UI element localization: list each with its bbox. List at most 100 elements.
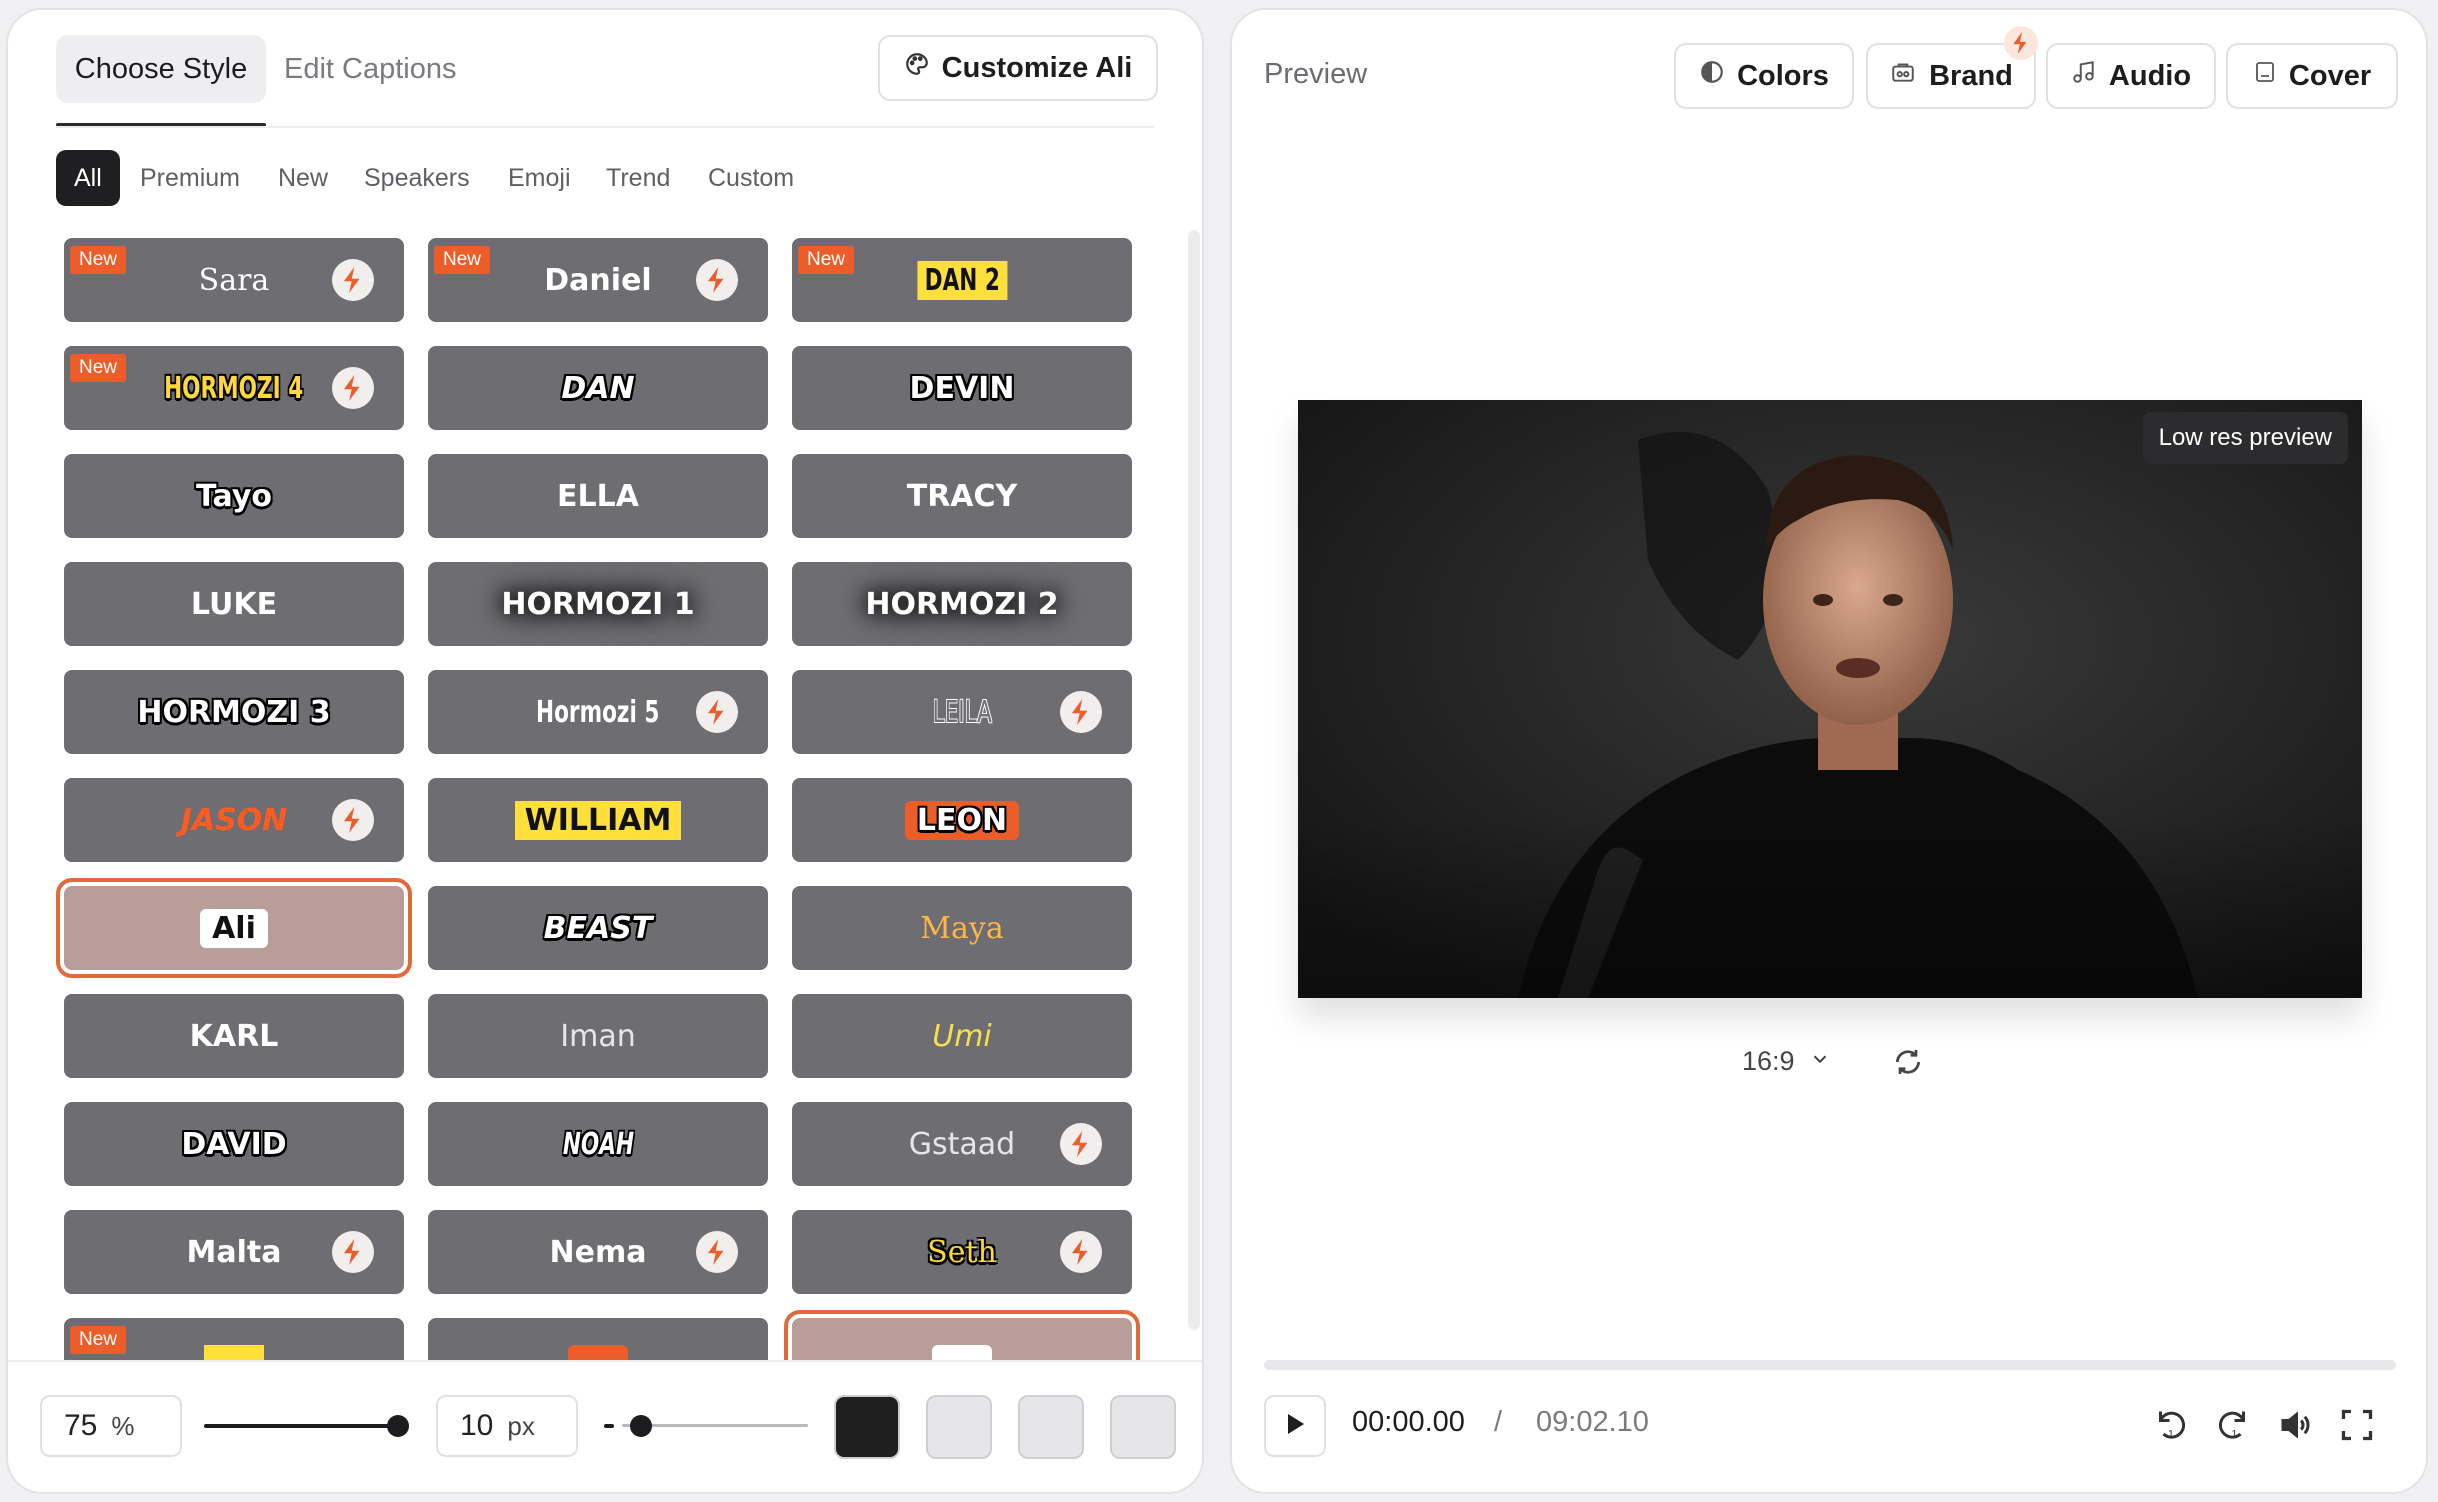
- style-name: Nema: [549, 1234, 647, 1270]
- style-card-sara[interactable]: New Sara: [64, 238, 404, 322]
- tab-choose-style[interactable]: Choose Style: [56, 35, 266, 103]
- style-name: [568, 1345, 628, 1360]
- premium-bolt-icon: [696, 259, 738, 301]
- palette-icon: [904, 51, 930, 85]
- play-button[interactable]: [1264, 1395, 1326, 1457]
- style-card-hormozi-2[interactable]: HORMOZI 2: [792, 562, 1132, 646]
- style-card[interactable]: New: [64, 1318, 404, 1360]
- new-badge: New: [70, 1326, 127, 1354]
- style-card-beast[interactable]: BEAST: [428, 886, 768, 970]
- forward-icon[interactable]: 1: [2212, 1404, 2254, 1446]
- style-card-ella[interactable]: ELLA: [428, 454, 768, 538]
- font-size-slider-handle[interactable]: [387, 1415, 409, 1437]
- refresh-icon[interactable]: [1892, 1046, 1924, 1083]
- style-card[interactable]: [428, 1318, 768, 1360]
- premium-bolt-icon: [696, 1231, 738, 1273]
- style-name: DAN: [561, 370, 635, 406]
- style-card-david[interactable]: DAVID: [64, 1102, 404, 1186]
- video-preview[interactable]: Low res preview: [1298, 400, 2362, 998]
- style-card-umi[interactable]: Umi: [792, 994, 1132, 1078]
- premium-bolt-icon: [332, 367, 374, 409]
- style-card-devin[interactable]: DEVIN: [792, 346, 1132, 430]
- style-card-hormozi-3[interactable]: HORMOZI 3: [64, 670, 404, 754]
- style-card-maya[interactable]: Maya: [792, 886, 1132, 970]
- style-card-karl[interactable]: KARL: [64, 994, 404, 1078]
- style-card-seth[interactable]: Seth: [792, 1210, 1132, 1294]
- style-card-nema[interactable]: Nema: [428, 1210, 768, 1294]
- style-name: BEAST: [543, 910, 653, 946]
- filter-trend[interactable]: Trend: [594, 150, 682, 206]
- filter-speakers[interactable]: Speakers: [352, 150, 482, 206]
- spacing-input[interactable]: 10 px: [436, 1395, 578, 1457]
- style-name: TRACY: [906, 478, 1018, 514]
- style-name: HORMOZI 2: [865, 586, 1059, 622]
- style-card-tayo[interactable]: Tayo: [64, 454, 404, 538]
- font-size-unit: %: [111, 1410, 135, 1441]
- filter-custom[interactable]: Custom: [696, 150, 806, 206]
- style-card-luke[interactable]: LUKE: [64, 562, 404, 646]
- style-name: DEVIN: [909, 370, 1015, 406]
- style-name: ELLA: [557, 478, 639, 514]
- brand-label: Brand: [1929, 59, 2013, 92]
- style-card[interactable]: [784, 1310, 1140, 1360]
- style-card-hormozi-5[interactable]: Hormozi 5: [428, 670, 768, 754]
- font-size-input[interactable]: 75 %: [40, 1395, 182, 1457]
- brand-kit-icon: [1889, 59, 1917, 93]
- audio-button[interactable]: Audio: [2046, 43, 2216, 109]
- style-card-dan-2[interactable]: New DAN 2: [792, 238, 1132, 322]
- style-panel: Choose Style Edit Captions Customize Ali…: [6, 8, 1204, 1494]
- style-card-tracy[interactable]: TRACY: [792, 454, 1132, 538]
- premium-bolt-icon: [1060, 691, 1102, 733]
- style-name: HORMOZI 4: [164, 370, 304, 406]
- color-swatch[interactable]: [926, 1395, 992, 1459]
- style-card-gstaad[interactable]: Gstaad: [792, 1102, 1132, 1186]
- aspect-ratio-select[interactable]: 16:9: [1742, 1046, 1831, 1077]
- font-size-slider[interactable]: [204, 1424, 398, 1428]
- style-card-leila[interactable]: LEILA: [792, 670, 1132, 754]
- style-name: DAN 2: [917, 260, 1007, 300]
- current-time: 00:00.00: [1352, 1406, 1465, 1438]
- style-card-daniel[interactable]: New Daniel: [428, 238, 768, 322]
- style-card-leon[interactable]: LEON: [792, 778, 1132, 862]
- customize-button[interactable]: Customize Ali: [878, 35, 1158, 101]
- style-name: Ali: [200, 908, 268, 948]
- style-card-william[interactable]: WILLIAM: [428, 778, 768, 862]
- preview-panel: Preview Colors Brand Audio Cover Low res…: [1230, 8, 2428, 1494]
- style-card-noah[interactable]: NOAH: [428, 1102, 768, 1186]
- style-card-malta[interactable]: Malta: [64, 1210, 404, 1294]
- style-card-iman[interactable]: Iman: [428, 994, 768, 1078]
- style-name: Daniel: [544, 262, 652, 298]
- filter-new[interactable]: New: [266, 150, 340, 206]
- audio-label: Audio: [2108, 59, 2192, 92]
- premium-bolt-icon: [1060, 1123, 1102, 1165]
- style-card-jason[interactable]: JASON: [64, 778, 404, 862]
- filter-emoji[interactable]: Emoji: [496, 150, 583, 206]
- style-name: Maya: [920, 910, 1004, 946]
- color-swatch[interactable]: [1018, 1395, 1084, 1459]
- fullscreen-icon[interactable]: [2336, 1404, 2378, 1446]
- style-name: WILLIAM: [514, 800, 682, 840]
- premium-bolt-icon: [1060, 1231, 1102, 1273]
- color-swatch[interactable]: [834, 1395, 900, 1459]
- style-name: Gstaad: [908, 1126, 1016, 1162]
- volume-icon[interactable]: [2274, 1404, 2316, 1446]
- tab-edit-captions[interactable]: Edit Captions: [268, 35, 473, 103]
- style-grid: New Sara New Daniel New DAN 2 New HORMOZI 4 DAN D…: [56, 238, 1156, 1360]
- filter-premium[interactable]: Premium: [128, 150, 252, 206]
- cover-button[interactable]: Cover: [2226, 43, 2398, 109]
- style-card-dan[interactable]: DAN: [428, 346, 768, 430]
- style-card-hormozi-4[interactable]: New HORMOZI 4: [64, 346, 404, 430]
- color-swatch[interactable]: [1110, 1395, 1176, 1459]
- style-card-ali[interactable]: Ali: [56, 878, 412, 978]
- scrollbar[interactable]: [1188, 230, 1200, 1330]
- style-name: HORMOZI 1: [501, 586, 695, 622]
- style-name: Malta: [186, 1234, 282, 1270]
- style-card-hormozi-1[interactable]: HORMOZI 1: [428, 562, 768, 646]
- timeline-progress-bar[interactable]: [1264, 1360, 2396, 1370]
- spacing-slider-handle[interactable]: [629, 1415, 652, 1437]
- rewind-icon[interactable]: 1: [2150, 1404, 2192, 1446]
- svg-text:1: 1: [2168, 1428, 2174, 1440]
- premium-bolt-icon: [696, 691, 738, 733]
- colors-button[interactable]: Colors: [1674, 43, 1854, 109]
- filter-all[interactable]: All: [56, 150, 120, 206]
